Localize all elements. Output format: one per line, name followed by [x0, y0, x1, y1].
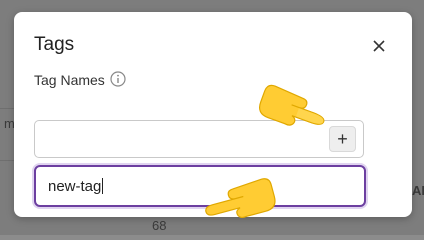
background-text: AR — [412, 183, 424, 198]
dialog-title: Tags — [34, 34, 75, 55]
close-icon — [373, 40, 385, 52]
background-number: 68 — [152, 218, 167, 233]
pointing-hand-icon — [205, 178, 276, 219]
background-divider — [0, 160, 14, 161]
text-caret — [102, 178, 104, 194]
tag-names-label: Tag Names — [34, 72, 105, 88]
background-divider — [0, 108, 14, 109]
close-button[interactable] — [367, 34, 391, 58]
info-icon[interactable] — [110, 71, 126, 87]
pointing-hand-icon — [258, 84, 325, 126]
new-tag-value: new-tag — [48, 177, 102, 195]
